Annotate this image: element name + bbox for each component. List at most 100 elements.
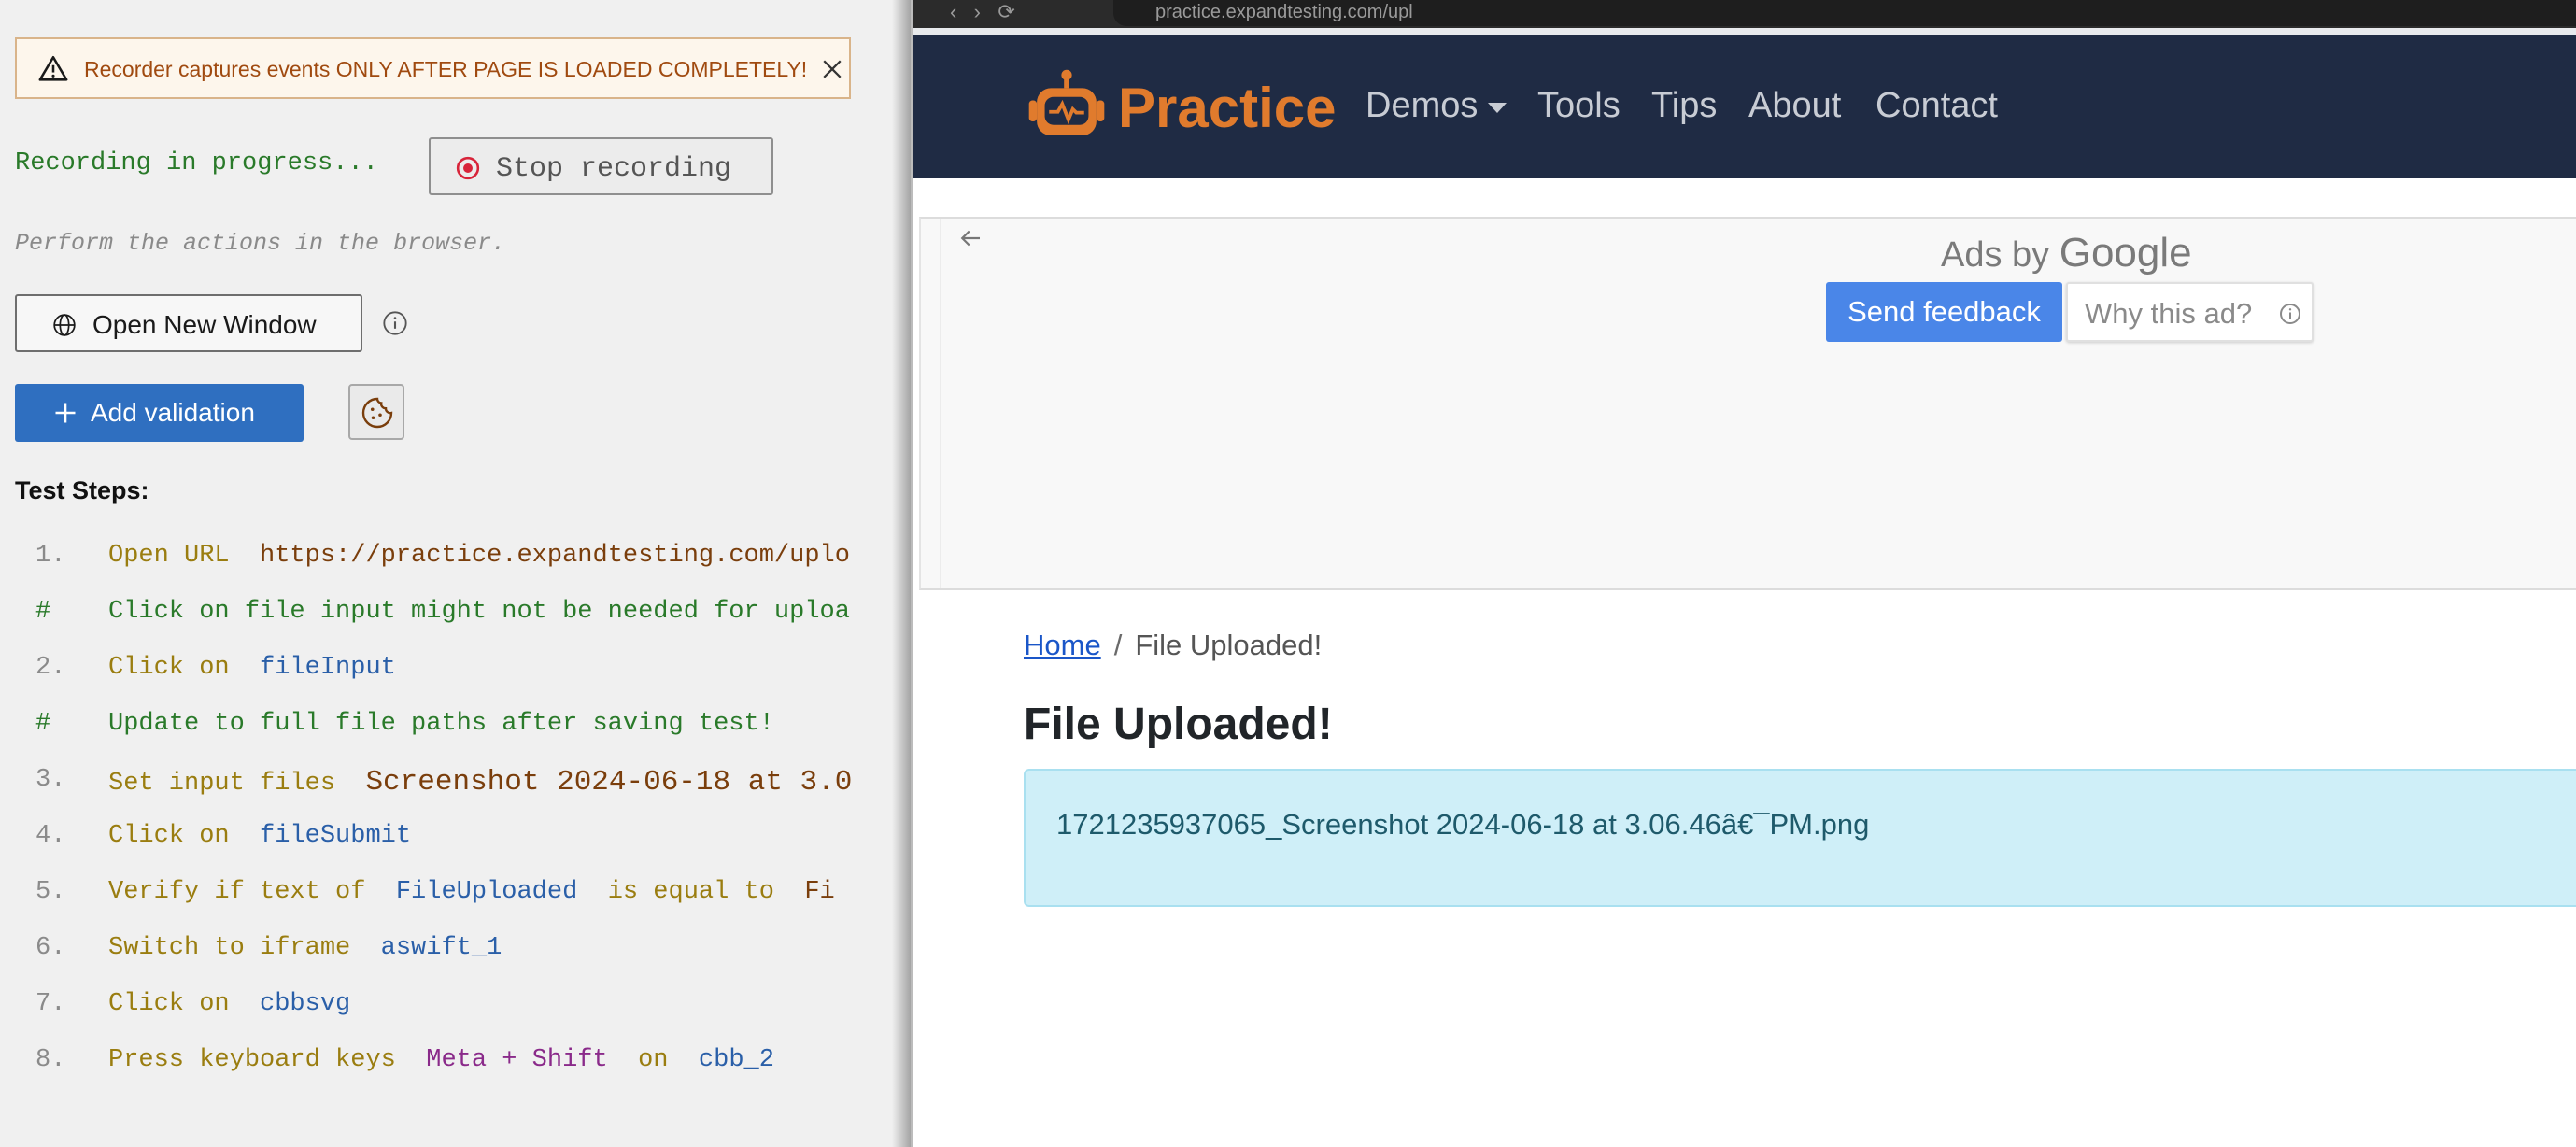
test-step-marker: 8. [35, 1046, 66, 1074]
warning-triangle-icon [38, 55, 68, 81]
test-step-body: Click on cbbsvg [108, 990, 350, 1018]
test-step-body: Click on fileInput [108, 654, 396, 682]
toolbar-divider [913, 28, 2576, 35]
ad-border [940, 219, 941, 588]
address-bar-text: practice.expandtesting.com/upl [1155, 2, 1413, 22]
test-step-marker: 7. [35, 990, 66, 1018]
test-step-body: Open URL https://practice.expandtesting.… [108, 542, 850, 570]
test-step-part: fileInput [260, 654, 396, 682]
test-step-part: Click on [108, 990, 230, 1018]
test-step-part: https://practice.expandtesting.com/uplo [260, 542, 850, 570]
test-step-body: Verify if text of FileUploaded is equal … [108, 878, 835, 906]
test-step-marker: 4. [35, 822, 66, 850]
nav-tools[interactable]: Tools [1537, 86, 1621, 126]
browser-window: ‹ › ⟳ practice.expandtesting.com/upl Pra… [911, 0, 2576, 1147]
stop-recording-label: Stop recording [496, 153, 732, 185]
info-icon[interactable] [382, 310, 408, 336]
test-step-part: Fi [804, 878, 835, 906]
test-step-part: Switch to iframe [108, 934, 351, 962]
test-step-body: Set input files Screenshot 2024-06-18 at… [108, 766, 852, 799]
test-steps-title: Test Steps: [15, 476, 149, 504]
test-step-row[interactable]: 7. Click on cbbsvg [0, 990, 911, 1037]
add-validation-button[interactable]: Add validation [15, 384, 304, 442]
test-step-part: cbbsvg [260, 990, 351, 1018]
test-step-part: on [638, 1046, 669, 1074]
record-stop-icon [456, 156, 480, 180]
recorder-panel: Recorder captures events ONLY AFTER PAGE… [0, 0, 913, 1147]
browser-toolbar: ‹ › ⟳ practice.expandtesting.com/upl [913, 0, 2576, 28]
close-icon[interactable] [818, 55, 846, 83]
warning-banner: Recorder captures events ONLY AFTER PAGE… [15, 37, 851, 99]
google-wordmark: Google [2059, 230, 2192, 276]
test-step-part: cbb_2 [698, 1046, 774, 1074]
breadcrumb-current: File Uploaded! [1135, 629, 1323, 661]
test-step-body: Switch to iframe aswift_1 [108, 934, 502, 962]
test-step-row[interactable]: 5. Verify if text of FileUploaded is equa… [0, 878, 911, 925]
test-step-marker: # [35, 710, 51, 738]
test-step-marker: 1. [35, 542, 66, 570]
info-icon [2280, 304, 2300, 324]
nav-contact[interactable]: Contact [1875, 86, 1998, 126]
test-step-marker: 2. [35, 654, 66, 682]
test-step-part: is equal to [607, 878, 774, 906]
why-this-ad-button[interactable]: Why this ad? [2066, 282, 2314, 342]
test-step-row[interactable]: 3. Set input files Screenshot 2024-06-18 … [0, 766, 911, 813]
test-step-marker: 3. [35, 766, 66, 794]
test-step-row[interactable]: 4. Click on fileSubmit [0, 822, 911, 869]
globe-icon [53, 314, 76, 336]
warning-text: Recorder captures events ONLY AFTER PAGE… [84, 57, 808, 81]
test-step-part: Click on [108, 654, 230, 682]
nav-about[interactable]: About [1748, 86, 1841, 126]
test-step-marker: 5. [35, 878, 66, 906]
recording-status: Recording in progress... [15, 149, 378, 177]
breadcrumb-separator: / [1113, 629, 1123, 661]
send-feedback-button[interactable]: Send feedback [1826, 282, 2062, 342]
test-step-marker: # [35, 598, 51, 626]
ads-by-label: Ads by [1941, 235, 2050, 275]
back-arrow-icon[interactable] [956, 224, 984, 252]
test-step-part: Meta + Shift [426, 1046, 608, 1074]
stop-recording-button[interactable]: Stop recording [429, 137, 773, 195]
instruction-text: Perform the actions in the browser. [15, 230, 506, 257]
breadcrumb: Home / File Uploaded! [1024, 629, 1322, 662]
open-new-window-label: Open New Window [92, 310, 317, 339]
test-step-body: Click on file input might not be needed … [108, 598, 850, 626]
ads-by-google: Ads by Google [1941, 230, 2192, 276]
panel-divider [892, 0, 913, 1147]
test-step-part: FileUploaded [395, 878, 578, 906]
breadcrumb-home[interactable]: Home [1024, 629, 1101, 661]
test-step-comment[interactable]: # Update to full file paths after saving … [0, 710, 911, 757]
cookie-button[interactable] [348, 384, 404, 440]
plus-icon [55, 403, 76, 423]
add-validation-label: Add validation [91, 398, 255, 427]
open-new-window-button[interactable]: Open New Window [15, 294, 362, 352]
test-step-part: fileSubmit [260, 822, 412, 850]
test-step-part: Press keyboard keys [108, 1046, 396, 1074]
test-step-marker: 6. [35, 934, 66, 962]
uploaded-file-name: 1721235937065_Screenshot 2024-06-18 at 3… [1056, 808, 1870, 841]
test-step-part: Click on file input might not be needed … [108, 598, 850, 626]
test-step-comment[interactable]: # Click on file input might not be needed… [0, 598, 911, 644]
chevron-down-icon[interactable] [1488, 103, 1507, 113]
test-step-part: Click on [108, 822, 230, 850]
nav-tips[interactable]: Tips [1651, 86, 1717, 126]
test-step-part: Open URL [108, 542, 230, 570]
test-step-part: aswift_1 [380, 934, 502, 962]
test-step-row[interactable]: 1. Open URL https://practice.expandtestin… [0, 542, 911, 588]
site-navbar: Practice Demos Tools Tips About Contact [913, 35, 2576, 178]
test-step-row[interactable]: 8. Press keyboard keys Meta + Shift on cb… [0, 1046, 911, 1093]
test-step-body: Update to full file paths after saving t… [108, 710, 774, 738]
cookie-icon [361, 397, 393, 429]
test-step-part: Update to full file paths after saving t… [108, 710, 774, 738]
robot-logo-icon[interactable] [1025, 65, 1109, 149]
site-brand[interactable]: Practice [1118, 76, 1337, 140]
test-step-row[interactable]: 2. Click on fileInput [0, 654, 911, 701]
why-this-ad-label: Why this ad? [2085, 297, 2253, 330]
nav-demos[interactable]: Demos [1366, 86, 1478, 126]
uploaded-file-alert: 1721235937065_Screenshot 2024-06-18 at 3… [1024, 769, 2576, 907]
test-step-row[interactable]: 6. Switch to iframe aswift_1 [0, 934, 911, 981]
test-step-part: Screenshot 2024-06-18 at 3.0 [365, 766, 853, 799]
page-title: File Uploaded! [1024, 700, 1333, 749]
test-step-body: Press keyboard keys Meta + Shift on cbb_… [108, 1046, 774, 1074]
browser-nav-icons[interactable]: ‹ › ⟳ [950, 0, 1015, 24]
